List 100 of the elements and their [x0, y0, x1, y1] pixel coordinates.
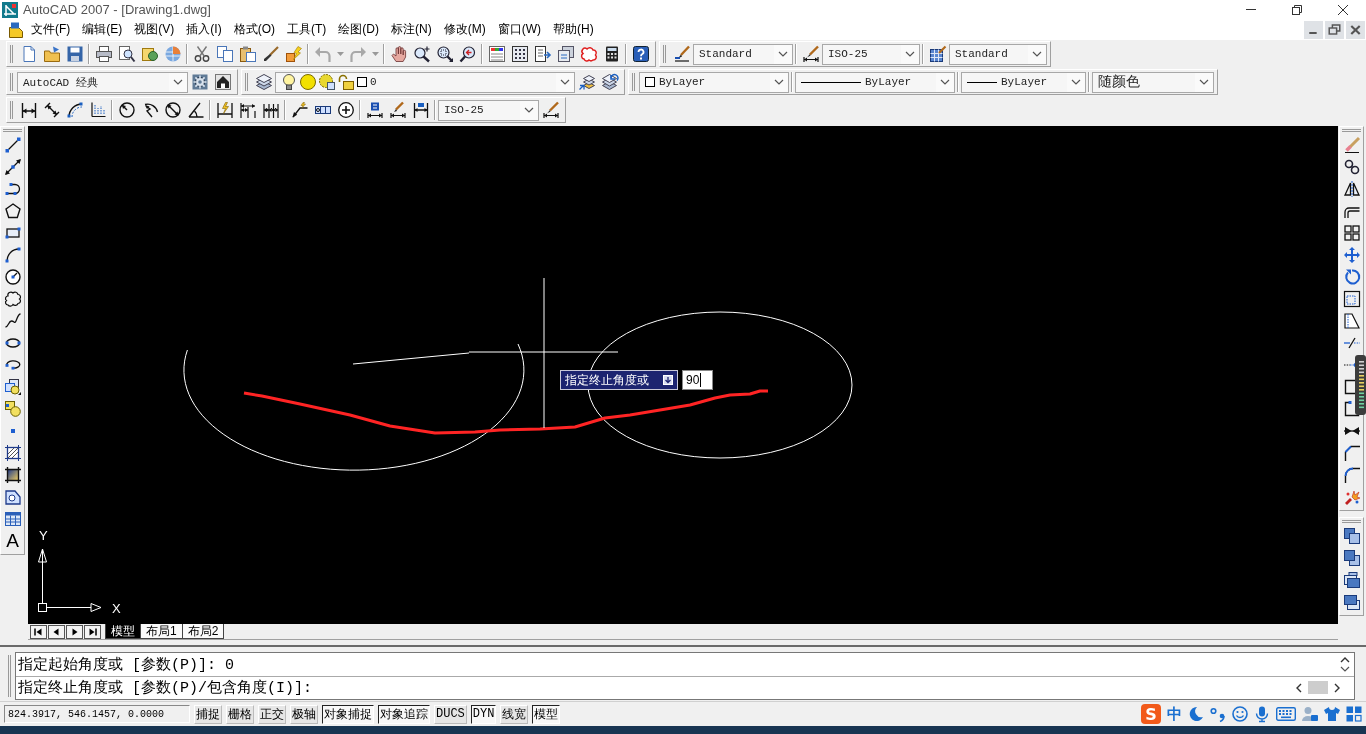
array-icon[interactable]	[1343, 225, 1360, 241]
bulb-icon[interactable]	[281, 74, 297, 90]
mirror-icon[interactable]	[1343, 181, 1360, 197]
table-style-dropdown[interactable]: Standard	[949, 43, 1047, 65]
pen-line-icon[interactable]	[673, 46, 690, 62]
ellipse-icon[interactable]	[4, 338, 21, 348]
document-icon[interactable]	[8, 21, 24, 38]
diameter-icon[interactable]	[164, 102, 181, 118]
status-toggle[interactable]: 对象捕捉	[322, 704, 374, 724]
table-icon[interactable]	[4, 511, 21, 527]
arc-dimension-icon[interactable]	[66, 102, 83, 118]
layout-tab[interactable]: 模型	[105, 624, 141, 639]
hatch-icon[interactable]	[4, 445, 21, 461]
quick-dimension-icon[interactable]	[216, 102, 233, 118]
layers-icon[interactable]	[255, 74, 272, 90]
dimension-style-dropdown[interactable]: ISO-25	[438, 99, 539, 121]
menu-item[interactable]: 文件(F)	[25, 19, 77, 40]
menu-item[interactable]: 绘图(D)	[332, 19, 385, 40]
pen-edit-icon[interactable]	[389, 102, 406, 118]
status-toggle[interactable]: 栅格	[226, 704, 254, 724]
point-icon[interactable]	[10, 429, 15, 433]
keyboard-icon[interactable]	[1276, 707, 1296, 721]
microphone-icon[interactable]	[1254, 706, 1270, 722]
page-arrow-icon[interactable]	[534, 46, 551, 62]
printer-icon[interactable]	[95, 46, 112, 62]
region-icon[interactable]	[4, 489, 21, 505]
stacked-squares-icon[interactable]	[1343, 528, 1360, 544]
menu-item[interactable]: 格式(O)	[227, 19, 281, 40]
chain-icon[interactable]	[1343, 159, 1360, 175]
close-icon[interactable]	[1338, 4, 1348, 15]
smiley-icon[interactable]	[1232, 706, 1248, 722]
close-icon[interactable]	[1346, 20, 1365, 39]
cloud-outline-icon[interactable]	[4, 291, 21, 307]
first-page-icon[interactable]	[30, 624, 47, 639]
stretch-icon[interactable]	[1343, 313, 1360, 329]
rotate-icon[interactable]	[1343, 269, 1360, 285]
help-icon[interactable]	[632, 46, 649, 62]
chamfer-icon[interactable]	[1343, 445, 1360, 461]
copy-pages-icon[interactable]	[216, 46, 233, 62]
pentagon-icon[interactable]	[4, 203, 21, 219]
chevron-up-icon[interactable]	[1340, 656, 1350, 663]
pen-dimension-icon[interactable]	[542, 102, 559, 118]
grid-panel-icon[interactable]	[511, 46, 528, 62]
status-toggle[interactable]: 极轴	[290, 704, 318, 724]
new-file-icon[interactable]	[20, 46, 37, 62]
lock-icon[interactable]	[338, 74, 354, 90]
menu-item[interactable]: 编辑(E)	[76, 19, 129, 40]
scrollbar-thumb[interactable]	[1308, 681, 1328, 695]
zoom-icon[interactable]	[413, 46, 430, 62]
menu-item[interactable]: 窗口(W)	[491, 19, 547, 40]
workspace-dropdown[interactable]: AutoCAD 经典	[17, 71, 188, 93]
layers-arrow-icon[interactable]	[578, 74, 595, 90]
document-ball-icon[interactable]	[141, 46, 158, 62]
center-mark-icon[interactable]	[337, 102, 354, 118]
apps-grid-icon[interactable]	[1346, 706, 1362, 722]
color-swatch-icon[interactable]	[357, 77, 367, 87]
continue-dimension-icon[interactable]	[262, 102, 279, 118]
gear-icon[interactable]	[191, 74, 208, 90]
plot-style-dropdown[interactable]: 随颜色	[1092, 71, 1214, 93]
hand-icon[interactable]	[390, 46, 407, 62]
restore-icon[interactable]	[1292, 4, 1302, 15]
dimension-edit-icon[interactable]	[366, 102, 383, 118]
ordinate-icon[interactable]	[89, 102, 106, 118]
dimension-update-icon[interactable]	[412, 102, 429, 118]
dimension-style-dropdown[interactable]: ISO-25	[822, 43, 920, 65]
status-toggle[interactable]: 对象追踪	[378, 704, 430, 724]
tolerance-frame-icon[interactable]	[314, 106, 331, 114]
text-tool-button[interactable]: A	[6, 531, 19, 551]
ime-mode-button[interactable]: 中	[1167, 704, 1182, 724]
status-toggle[interactable]: 捕捉	[194, 704, 222, 724]
menu-item[interactable]: 修改(M)	[437, 19, 492, 40]
layout-tab[interactable]: 布局2	[181, 624, 225, 639]
menu-item[interactable]: 插入(I)	[180, 19, 228, 40]
pen-dimension-icon[interactable]	[802, 46, 819, 62]
rectangle-icon[interactable]	[4, 225, 21, 241]
person-icon[interactable]	[1302, 706, 1318, 722]
brush-icon[interactable]	[262, 46, 279, 62]
lineweight-dropdown[interactable]: ByLayer	[961, 71, 1086, 93]
layer-dropdown[interactable]: 0	[275, 71, 575, 93]
eraser-icon[interactable]	[1343, 137, 1360, 153]
status-toggle[interactable]: DUCS	[434, 704, 467, 724]
magnifier-page-icon[interactable]	[118, 46, 135, 62]
lightning-block-icon[interactable]	[285, 46, 302, 62]
scissors-icon[interactable]	[193, 46, 210, 62]
stacked-squares-icon[interactable]	[1343, 572, 1360, 588]
zoom-icon[interactable]	[459, 46, 476, 62]
trim-icon[interactable]	[1343, 337, 1360, 349]
punctuation-icon[interactable]	[1210, 706, 1226, 722]
layers-undo-icon[interactable]	[601, 74, 618, 90]
scale-icon[interactable]	[1343, 291, 1360, 307]
baseline-dimension-icon[interactable]	[239, 102, 256, 118]
chevron-right-icon[interactable]	[1334, 682, 1340, 693]
last-page-icon[interactable]	[84, 624, 101, 639]
clipboard-icon[interactable]	[239, 46, 256, 62]
house-icon[interactable]	[214, 74, 231, 90]
next-icon[interactable]	[66, 624, 83, 639]
restore-icon[interactable]	[1325, 20, 1344, 39]
minimize-icon[interactable]	[1304, 20, 1323, 39]
status-toggle[interactable]: 正交	[258, 704, 286, 724]
block-insert-icon[interactable]	[4, 379, 21, 395]
